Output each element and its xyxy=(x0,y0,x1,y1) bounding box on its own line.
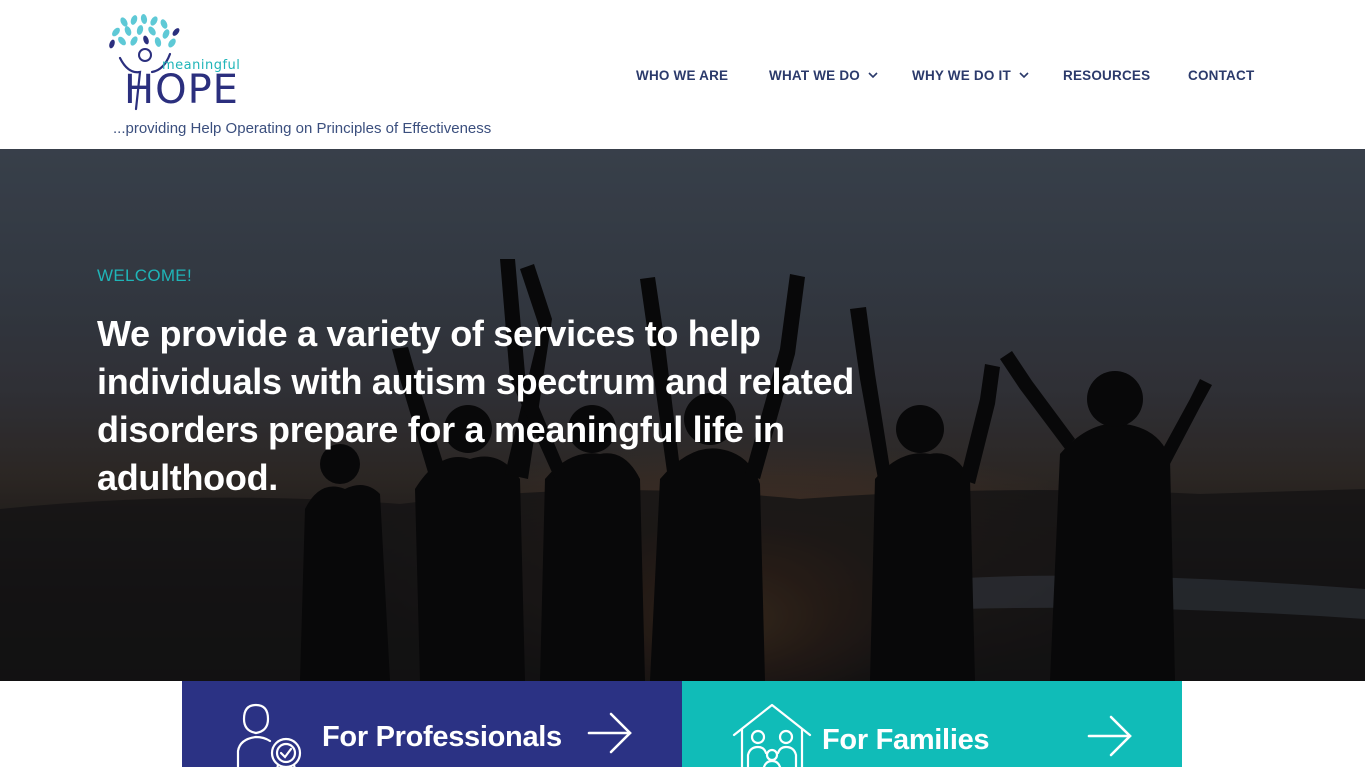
arrow-right-icon xyxy=(1087,715,1132,757)
nav-label: WHAT WE DO xyxy=(769,68,860,83)
professional-award-icon xyxy=(236,703,302,767)
arrow-right-icon xyxy=(587,712,632,754)
hero-eyebrow: WELCOME! xyxy=(97,266,192,285)
nav-item-contact[interactable]: CONTACT xyxy=(1188,68,1254,83)
nav-label: CONTACT xyxy=(1188,68,1255,83)
nav-item-resources[interactable]: RESOURCES xyxy=(1063,68,1150,83)
main-navigation: WHO WE ARE WHAT WE DO WHY WE DO IT RESOU… xyxy=(0,68,1365,88)
hero-banner: WELCOME! We provide a variety of service… xyxy=(0,149,1365,681)
nav-label: WHY WE DO IT xyxy=(912,68,1011,83)
card-label: For Families xyxy=(822,724,990,756)
nav-label: RESOURCES xyxy=(1063,68,1151,83)
site-header: meaningful HOPE ...providing Help Operat… xyxy=(0,0,1365,149)
for-families-card[interactable]: For Families xyxy=(682,681,1182,767)
chevron-down-icon xyxy=(868,72,878,79)
nav-item-what-we-do[interactable]: WHAT WE DO xyxy=(769,68,878,83)
nav-label: WHO WE ARE xyxy=(636,68,729,83)
for-professionals-card[interactable]: For Professionals xyxy=(182,681,682,767)
site-tagline: ...providing Help Operating on Principle… xyxy=(113,120,492,137)
nav-item-why-we-do-it[interactable]: WHY WE DO IT xyxy=(912,68,1029,83)
hero-headline: We provide a variety of services to help… xyxy=(97,313,854,498)
chevron-down-icon xyxy=(1019,72,1029,79)
family-home-icon xyxy=(732,703,812,767)
card-label: For Professionals xyxy=(322,721,562,753)
site-logo[interactable]: meaningful HOPE xyxy=(106,14,246,114)
nav-item-who-we-are[interactable]: WHO WE ARE xyxy=(636,68,728,83)
